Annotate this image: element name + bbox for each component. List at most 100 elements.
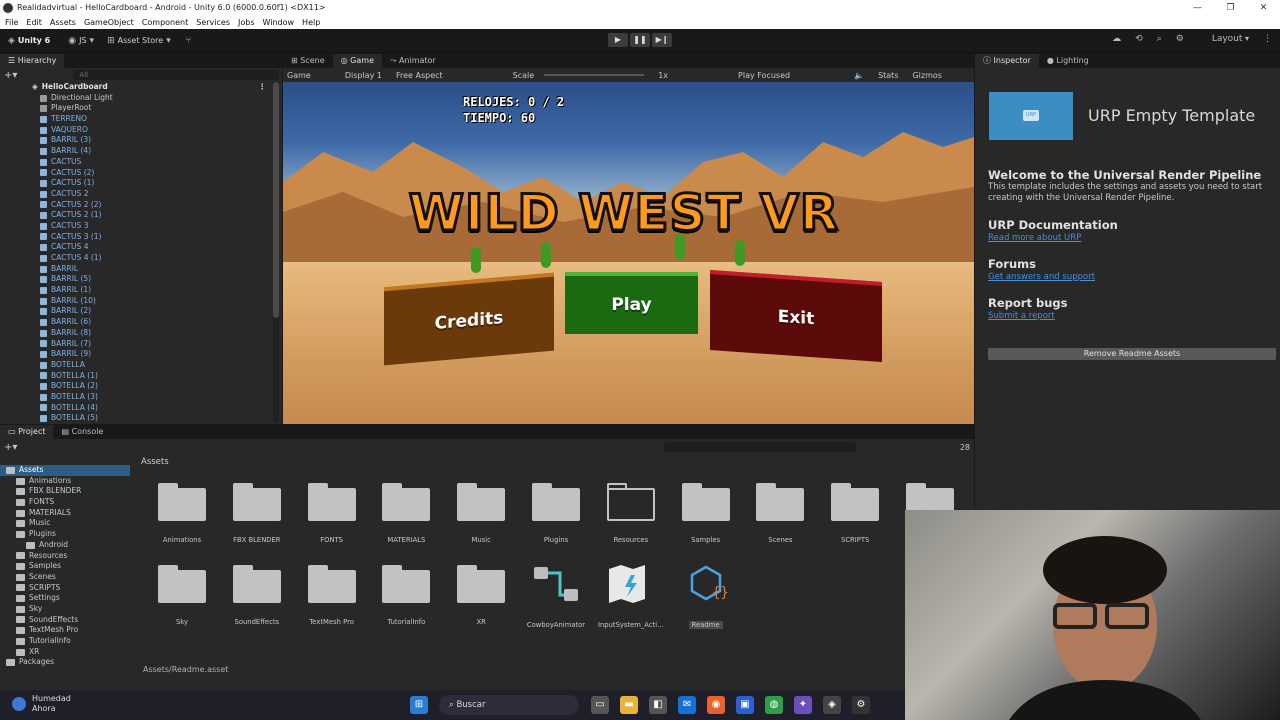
asset-item[interactable]: Music xyxy=(444,483,518,544)
minimize-button[interactable]: — xyxy=(1181,3,1214,13)
project-tree-item[interactable]: Android xyxy=(0,540,130,551)
hierarchy-item[interactable]: BOTELLA (1) xyxy=(0,371,272,382)
docs-link[interactable]: Read more about URP xyxy=(988,233,1081,243)
game-viewport[interactable]: RELOJES: 0 / 2 TIEMPO: 60 WILD WEST VR C… xyxy=(283,82,974,424)
hierarchy-item[interactable]: BARRIL (6) xyxy=(0,317,272,328)
cloud-icon[interactable]: ☁ xyxy=(1112,34,1121,44)
teams-icon[interactable]: ✦ xyxy=(794,696,812,714)
taskbar-search[interactable]: ⌕ Buscar xyxy=(439,695,579,715)
mail-icon[interactable]: ✉ xyxy=(678,696,696,714)
task-view-icon[interactable]: ▭ xyxy=(591,696,609,714)
tab-animator[interactable]: ⤳ Animator xyxy=(382,54,444,68)
more-icon[interactable]: ⋮ xyxy=(1263,34,1272,44)
gizmos-dropdown[interactable]: Gizmos xyxy=(912,71,941,80)
hierarchy-item[interactable]: CACTUS xyxy=(0,157,272,168)
asset-item[interactable]: CowboyAnimator xyxy=(519,565,593,629)
hierarchy-item[interactable]: BOTELLA (5) xyxy=(0,413,272,424)
step-button[interactable]: ▶❙ xyxy=(652,33,672,47)
settings-icon[interactable]: ⚙ xyxy=(1176,34,1184,44)
app-icon[interactable]: ▣ xyxy=(736,696,754,714)
project-tree-item[interactable]: FBX BLENDER xyxy=(0,486,130,497)
tab-inspector[interactable]: ⓘ Inspector xyxy=(975,54,1039,68)
asset-item[interactable]: FONTS xyxy=(295,483,369,544)
hierarchy-item[interactable]: CACTUS 2 (2) xyxy=(0,200,272,211)
assets-breadcrumb[interactable]: Assets xyxy=(141,457,169,467)
project-tree-item[interactable]: Sky xyxy=(0,604,130,615)
asset-item[interactable]: MATERIALS xyxy=(369,483,443,544)
project-tree-item[interactable]: SCRIPTS xyxy=(0,583,130,594)
hierarchy-item[interactable]: BOTELLA xyxy=(0,360,272,371)
play-button[interactable]: ▶ xyxy=(608,33,628,47)
hierarchy-item[interactable]: CACTUS 3 xyxy=(0,221,272,232)
game-mode-dropdown[interactable]: Game xyxy=(287,71,311,80)
menu-window[interactable]: Window xyxy=(263,18,295,27)
project-tree-item[interactable]: SoundEffects xyxy=(0,615,130,626)
project-tree-item[interactable]: Scenes xyxy=(0,572,130,583)
hierarchy-item[interactable]: CACTUS 4 xyxy=(0,242,272,253)
aspect-dropdown[interactable]: Free Aspect xyxy=(396,71,443,80)
hierarchy-item[interactable]: BARRIL (2) xyxy=(0,306,272,317)
hierarchy-item[interactable]: BARRIL (9) xyxy=(0,349,272,360)
menu-assets[interactable]: Assets xyxy=(50,18,76,27)
hierarchy-item[interactable]: BARRIL xyxy=(0,264,272,275)
close-button[interactable]: ✕ xyxy=(1247,3,1280,13)
project-tree-item[interactable]: Animations xyxy=(0,476,130,487)
asset-item[interactable]: Plugins xyxy=(519,483,593,544)
hierarchy-item[interactable]: BARRIL (10) xyxy=(0,296,272,307)
chrome-icon[interactable]: ◍ xyxy=(765,696,783,714)
search-icon[interactable]: ⌕ xyxy=(1157,34,1162,44)
hierarchy-item[interactable]: CACTUS (2) xyxy=(0,168,272,179)
pause-button[interactable]: ❚❚ xyxy=(630,33,650,47)
asset-item[interactable]: FBX BLENDER xyxy=(220,483,294,544)
project-tree-item[interactable]: FONTS xyxy=(0,497,130,508)
asset-store-button[interactable]: ⊞ Asset Store ▾ xyxy=(107,36,174,46)
mute-icon[interactable]: 🔈 xyxy=(854,71,864,80)
add-icon[interactable]: +▾ xyxy=(4,70,17,81)
hierarchy-item[interactable]: BARRIL (8) xyxy=(0,328,272,339)
hierarchy-scene-row[interactable]: ◈ HelloCardboard ⋮ xyxy=(0,82,272,93)
hierarchy-item[interactable]: CACTUS 2 xyxy=(0,189,272,200)
menu-help[interactable]: Help xyxy=(302,18,320,27)
account-dropdown[interactable]: ◉ JS ▾ xyxy=(68,36,97,46)
version-control-button[interactable]: ⑂ xyxy=(186,36,194,46)
project-tree-item[interactable]: MATERIALS xyxy=(0,508,130,519)
hierarchy-search-input[interactable]: All xyxy=(73,70,280,80)
menu-gameobject[interactable]: GameObject xyxy=(84,18,134,27)
asset-item[interactable]: TextMesh Pro xyxy=(295,565,369,626)
menu-component[interactable]: Component xyxy=(142,18,188,27)
asset-item[interactable]: Sky xyxy=(145,565,219,626)
asset-item[interactable]: Samples xyxy=(669,483,743,544)
hierarchy-item[interactable]: CACTUS 3 (1) xyxy=(0,232,272,243)
hierarchy-item[interactable]: BOTELLA (3) xyxy=(0,392,272,403)
play-game-button[interactable]: Play xyxy=(565,272,698,334)
asset-item[interactable]: {} Readme xyxy=(669,565,743,632)
menu-jobs[interactable]: Jobs xyxy=(238,18,255,27)
unity-editor-icon[interactable]: ⚙ xyxy=(852,696,870,714)
weather-widget[interactable]: Humedad Ahora xyxy=(12,694,71,714)
hierarchy-item[interactable]: VAQUERO xyxy=(0,125,272,136)
hierarchy-item[interactable]: BARRIL (5) xyxy=(0,274,272,285)
hierarchy-item[interactable]: BOTELLA (4) xyxy=(0,403,272,414)
tab-console[interactable]: ▤ Console xyxy=(53,425,111,439)
project-tree-item[interactable]: Resources xyxy=(0,551,130,562)
firefox-icon[interactable]: ◉ xyxy=(707,696,725,714)
tab-project[interactable]: ▭ Project xyxy=(0,425,54,439)
remove-readme-button[interactable]: Remove Readme Assets xyxy=(988,348,1276,360)
add-icon[interactable]: +▾ xyxy=(4,442,17,453)
project-tree-item[interactable]: Packages xyxy=(0,657,130,668)
menu-edit[interactable]: Edit xyxy=(26,18,42,27)
tab-lighting[interactable]: ● Lighting xyxy=(1039,54,1097,68)
project-tree-item[interactable]: Music xyxy=(0,518,130,529)
project-tree-item[interactable]: Settings xyxy=(0,593,130,604)
hierarchy-item[interactable]: BARRIL (7) xyxy=(0,339,272,350)
asset-item[interactable]: TutorialInfo xyxy=(369,565,443,626)
scrollbar-thumb[interactable] xyxy=(273,82,279,318)
unity-account-button[interactable]: ◈ Unity 6 xyxy=(8,36,50,46)
tab-game[interactable]: ◎ Game xyxy=(332,54,382,68)
project-tree-item[interactable]: Plugins xyxy=(0,529,130,540)
hierarchy-item[interactable]: BARRIL (1) xyxy=(0,285,272,296)
more-icon[interactable]: ⋮ xyxy=(259,82,267,93)
tab-hierarchy[interactable]: ☰ Hierarchy xyxy=(0,54,65,68)
hierarchy-item[interactable]: Directional Light xyxy=(0,93,272,104)
hierarchy-item[interactable]: CACTUS 4 (1) xyxy=(0,253,272,264)
